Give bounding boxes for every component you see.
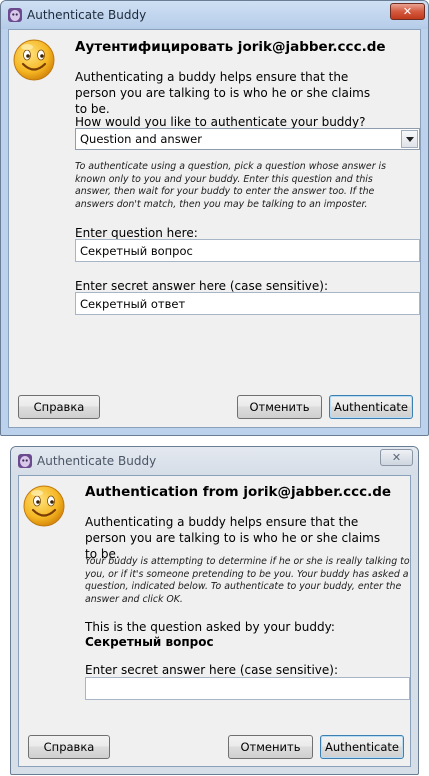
answer-input[interactable] [85,677,410,700]
authenticate-dialog-response: Authenticate Buddy ✕ Authentication from… [10,446,419,775]
dialog-heading: Аутентифицировать jorik@jabber.ccc.de [75,39,386,55]
instructions-hint: To authenticate using a question, pick a… [75,161,387,210]
window-gap [0,437,429,440]
window-title: Authenticate Buddy [37,454,157,468]
cancel-button[interactable]: Отменить [228,735,313,759]
auth-method-dropdown[interactable]: Question and answer [75,128,420,150]
auth-method-value: Question and answer [80,132,202,146]
title-bar[interactable]: Authenticate Buddy ✕ [11,447,418,475]
intro-text: Authenticating a buddy helps ensure that… [75,70,371,116]
intro-text: Authenticating a buddy helps ensure that… [85,515,381,561]
help-button[interactable]: Справка [18,395,100,419]
dialog-heading: Authentication from jorik@jabber.ccc.de [85,484,392,500]
pidgin-app-icon [8,8,22,22]
question-intro-label: This is the question asked by your buddy… [85,620,335,634]
dropdown-arrow-icon[interactable] [401,130,418,148]
buddy-question-text: Секретный вопрос [85,635,214,649]
dialog-content: Authentication from jorik@jabber.ccc.de … [18,475,411,767]
title-bar[interactable]: Authenticate Buddy ✕ [1,1,428,29]
authenticate-dialog-main: Authenticate Buddy ✕ Аутентифицировать j… [0,0,429,436]
close-icon: ✕ [391,451,402,464]
question-input[interactable]: Секретный вопрос [75,239,420,262]
smiley-icon [13,39,55,81]
close-button[interactable]: ✕ [380,449,413,466]
smiley-icon [23,485,65,527]
authenticate-button[interactable]: Authenticate [329,395,413,419]
help-button[interactable]: Справка [28,735,110,759]
authenticate-button[interactable]: Authenticate [320,735,404,759]
dialog-content: Аутентифицировать jorik@jabber.ccc.de Au… [8,29,421,428]
window-title: Authenticate Buddy [27,8,147,22]
answer-input[interactable]: Секретный ответ [75,292,420,315]
close-icon: ✕ [402,5,413,18]
instructions-hint: Your buddy is attempting to determine if… [85,556,410,605]
close-button[interactable]: ✕ [390,3,425,20]
pidgin-app-icon [18,454,32,468]
cancel-button[interactable]: Отменить [237,395,322,419]
answer-label: Enter secret answer here (case sensitive… [85,663,338,677]
